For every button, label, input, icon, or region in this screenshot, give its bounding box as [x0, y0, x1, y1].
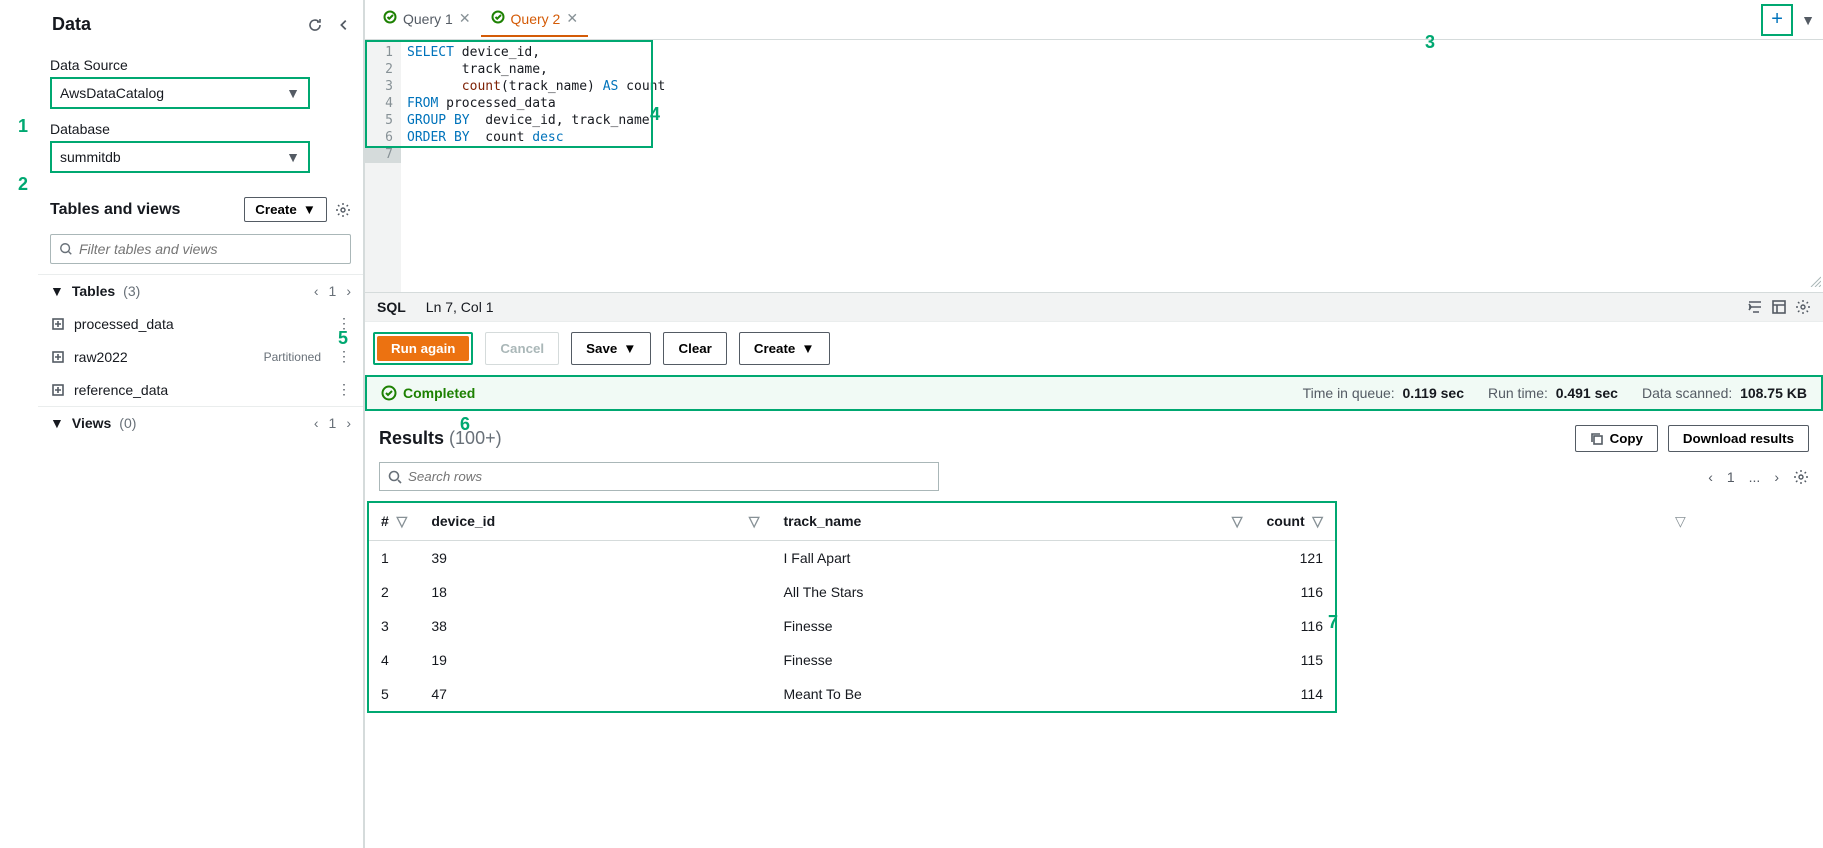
results-table: #▽device_id▽track_name▽count▽ 139I Fall … [367, 501, 1337, 713]
tables-tree-header[interactable]: ▼ Tables (3) ‹ 1 › [38, 274, 363, 307]
create-button[interactable]: Create ▼ [244, 197, 327, 222]
expand-icon[interactable] [52, 384, 64, 396]
check-circle-icon [383, 10, 397, 27]
save-button[interactable]: Save ▼ [571, 332, 651, 365]
close-icon[interactable]: ✕ [566, 10, 578, 27]
column-header[interactable]: device_id▽ [419, 503, 771, 541]
callout-6: 6 [460, 414, 470, 435]
column-header[interactable]: track_name▽ [772, 503, 1255, 541]
new-query-button[interactable]: + [1761, 4, 1793, 36]
status-bar: Completed Time in queue: 0.119 sec Run t… [365, 375, 1823, 411]
refresh-icon[interactable] [307, 17, 323, 33]
sidebar-title: Data [52, 14, 91, 35]
run-again-button[interactable]: Run again [377, 336, 469, 361]
data-source-select[interactable]: AwsDataCatalog ▼ [50, 77, 310, 109]
caret-down-icon: ▼ [303, 202, 316, 217]
page-number: 1 [329, 283, 337, 299]
caret-down-icon: ▼ [801, 341, 814, 356]
database-label: Database [50, 121, 351, 137]
expand-icon[interactable] [52, 318, 64, 330]
next-page-icon[interactable]: › [346, 283, 351, 299]
callout-1: 1 [18, 116, 28, 137]
prev-page-icon[interactable]: ‹ [314, 415, 319, 431]
table-item[interactable]: reference_data⋮ [38, 373, 363, 406]
database-select[interactable]: summitdb ▼ [50, 141, 310, 173]
page-number: 1 [1727, 469, 1735, 485]
column-header[interactable]: #▽ [369, 503, 419, 541]
next-page-icon[interactable]: › [1774, 469, 1779, 485]
data-source-label: Data Source [50, 57, 351, 73]
clear-button[interactable]: Clear [663, 332, 726, 365]
check-circle-icon [381, 385, 397, 401]
prev-page-icon[interactable]: ‹ [314, 283, 319, 299]
layout-icon[interactable] [1771, 299, 1787, 315]
query-tab[interactable]: Query 1✕ [373, 2, 481, 37]
sql-editor[interactable]: 1234567 SELECT device_id, track_name, co… [365, 40, 1823, 292]
gear-icon[interactable] [1793, 469, 1809, 485]
expand-icon[interactable] [52, 351, 64, 363]
filter-tables-input[interactable] [50, 234, 351, 264]
table-row[interactable]: 419Finesse115 [369, 643, 1335, 677]
page-ellipsis: ... [1749, 469, 1761, 485]
database-value: summitdb [60, 149, 121, 165]
cancel-button: Cancel [485, 332, 559, 365]
search-icon [388, 470, 402, 484]
column-header[interactable]: count▽ [1255, 503, 1336, 541]
page-number: 1 [329, 415, 337, 431]
caret-down-icon: ▼ [623, 341, 636, 356]
kebab-icon[interactable]: ⋮ [337, 348, 351, 365]
table-row[interactable]: 547Meant To Be114 [369, 677, 1335, 711]
action-button-row: Run again Cancel Save ▼ Clear Create ▼ [365, 321, 1823, 375]
results-title: Results (100+) [379, 428, 502, 449]
copy-icon [1590, 432, 1604, 446]
tab-menu-icon[interactable]: ▼ [1801, 12, 1815, 28]
sort-icon[interactable]: ▽ [1232, 513, 1243, 530]
callout-3: 3 [1425, 32, 1435, 53]
cursor-position: Ln 7, Col 1 [426, 299, 494, 315]
copy-button[interactable]: Copy [1575, 425, 1658, 452]
query-tabs: Query 1✕Query 2✕ + ▼ [365, 0, 1823, 40]
format-icon[interactable] [1747, 299, 1763, 315]
tables-views-title: Tables and views [50, 201, 180, 219]
prev-page-icon[interactable]: ‹ [1708, 469, 1713, 485]
editor-status-bar: SQL Ln 7, Col 1 [365, 292, 1823, 321]
check-circle-icon [491, 10, 505, 27]
caret-down-icon: ▼ [50, 283, 64, 299]
resize-handle-icon[interactable] [1809, 274, 1821, 290]
table-item[interactable]: raw2022Partitioned⋮ [38, 340, 363, 373]
caret-down-icon: ▼ [286, 149, 300, 165]
search-icon [59, 242, 73, 256]
search-rows-input[interactable] [379, 462, 939, 491]
sort-icon[interactable]: ▽ [1312, 513, 1323, 530]
callout-4: 4 [650, 104, 660, 125]
gear-icon[interactable] [335, 202, 351, 218]
create-button[interactable]: Create ▼ [739, 332, 830, 365]
close-icon[interactable]: ✕ [459, 10, 471, 27]
main-panel: Query 1✕Query 2✕ + ▼ 1234567 SELECT devi… [364, 0, 1823, 848]
language-label: SQL [377, 299, 406, 315]
callout-5: 5 [338, 328, 348, 349]
callout-7: 7 [1328, 612, 1338, 633]
table-row[interactable]: 338Finesse116 [369, 609, 1335, 643]
caret-down-icon: ▼ [286, 85, 300, 101]
data-source-value: AwsDataCatalog [60, 85, 164, 101]
table-row[interactable]: 218All The Stars116 [369, 575, 1335, 609]
query-tab[interactable]: Query 2✕ [481, 2, 589, 37]
sort-icon[interactable]: ▽ [397, 513, 408, 530]
caret-down-icon: ▼ [50, 415, 64, 431]
sort-icon[interactable]: ▽ [749, 513, 760, 530]
next-page-icon[interactable]: › [346, 415, 351, 431]
gear-icon[interactable] [1795, 299, 1811, 315]
kebab-icon[interactable]: ⋮ [337, 381, 351, 398]
views-tree-header[interactable]: ▼ Views (0) ‹ 1 › [38, 406, 363, 439]
table-row[interactable]: 139I Fall Apart121 [369, 541, 1335, 576]
collapse-sidebar-icon[interactable] [337, 18, 351, 32]
data-sidebar: Data Data Source AwsDataCatalog ▼ Databa… [38, 0, 364, 848]
extra-sort-icon[interactable]: ▽ [1675, 513, 1686, 530]
callout-2: 2 [18, 174, 28, 195]
download-results-button[interactable]: Download results [1668, 425, 1809, 452]
table-item[interactable]: processed_data⋮ [38, 307, 363, 340]
